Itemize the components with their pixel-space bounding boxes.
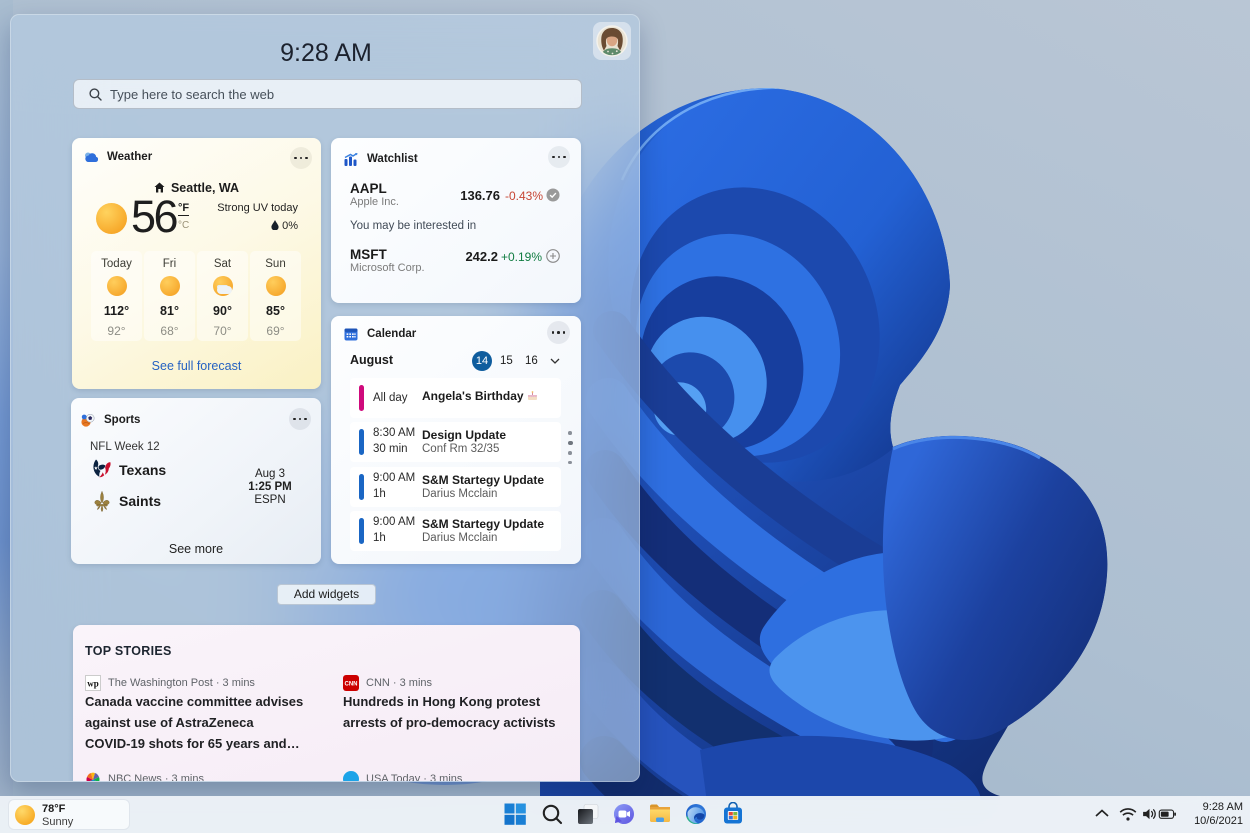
svg-text:wp: wp [87, 679, 99, 689]
svg-text:CNN: CNN [345, 682, 358, 688]
